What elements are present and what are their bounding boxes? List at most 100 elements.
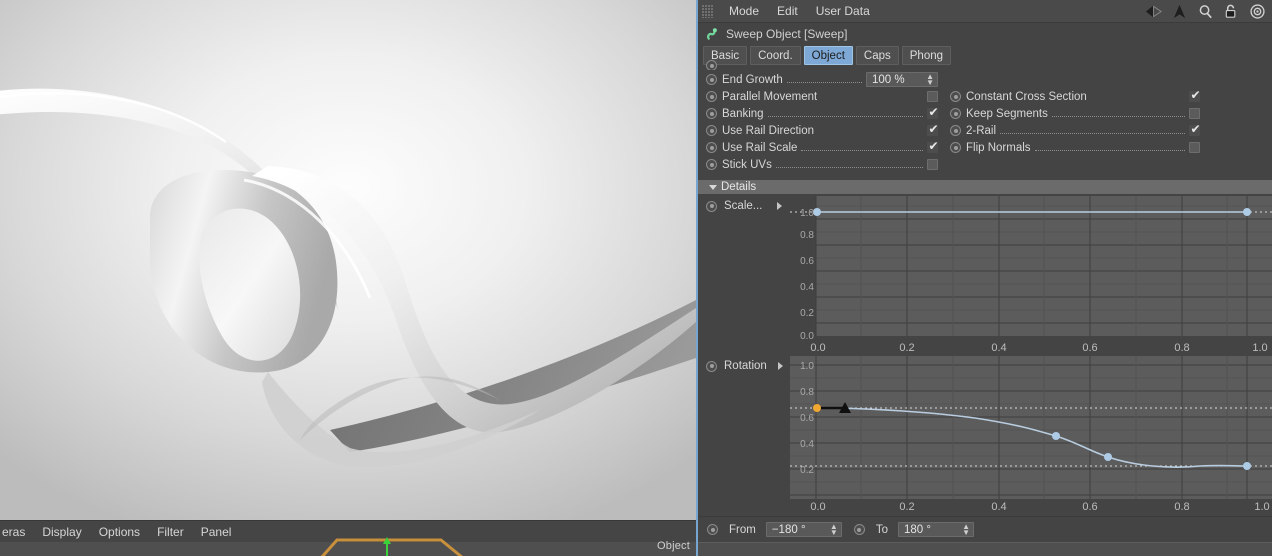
viewport-object-label: Object: [657, 540, 690, 552]
viewport-menu-options[interactable]: Options: [99, 525, 140, 539]
to-value: 180 °: [904, 523, 931, 536]
details-section-header[interactable]: Details: [698, 180, 1272, 194]
stick-uvs-radio[interactable]: [706, 159, 717, 170]
scale-graph-row: Scale... 1.0 0.8 0.6 0.4 0.2 0.0 0.0 0.2…: [698, 196, 1272, 356]
viewport-menu-cameras[interactable]: eras: [2, 525, 25, 539]
viewport-render[interactable]: [0, 0, 696, 520]
stepper-icon[interactable]: ▲ ▼: [962, 523, 970, 537]
use-rail-direction-radio[interactable]: [706, 125, 717, 136]
spline-outline: [320, 538, 463, 556]
row-use-rail-direction[interactable]: Use Rail Direction: [706, 122, 939, 139]
two-rail-radio[interactable]: [950, 125, 961, 136]
row-keep-segments[interactable]: Keep Segments: [950, 105, 1200, 122]
row-end-growth[interactable]: End Growth 100 % ▲ ▼: [706, 71, 938, 88]
back-arrow-icon[interactable]: [1145, 3, 1162, 20]
parallel-movement-checkbox[interactable]: [927, 91, 938, 102]
rotation-radio[interactable]: [706, 360, 717, 372]
dot-leader: [1034, 142, 1185, 151]
dot-leader: [801, 142, 923, 151]
end-growth-radio[interactable]: [706, 74, 717, 85]
search-icon[interactable]: [1197, 3, 1214, 20]
lock-icon[interactable]: [1223, 3, 1240, 20]
rotation-graph[interactable]: 1.0 0.8 0.6 0.4 0.2 0.0 0.2 0.4 0.6 0.8 …: [790, 356, 1272, 519]
end-growth-input[interactable]: 100 % ▲ ▼: [866, 72, 938, 87]
scale-x-ticklabels: 0.0 0.2 0.4 0.6 0.8 1.0: [810, 342, 1267, 354]
rotation-knot-3[interactable]: [1104, 453, 1112, 461]
menu-edit[interactable]: Edit: [768, 0, 807, 23]
chevron-down-icon[interactable]: [709, 184, 717, 190]
rotation-graph-svg[interactable]: 1.0 0.8 0.6 0.4 0.2 0.0 0.2 0.4 0.6 0.8 …: [790, 356, 1272, 514]
svg-text:1.0: 1.0: [1252, 342, 1267, 354]
svg-text:0.4: 0.4: [800, 439, 814, 450]
scale-row-label[interactable]: Scale...: [706, 200, 783, 212]
scale-knot-start[interactable]: [813, 208, 821, 216]
viewport-menu-filter[interactable]: Filter: [157, 525, 184, 539]
svg-text:0.2: 0.2: [800, 465, 814, 476]
svg-text:0.0: 0.0: [800, 331, 814, 342]
row-constant-cross-section[interactable]: Constant Cross Section: [950, 88, 1201, 105]
row-parallel-movement[interactable]: Parallel Movement: [706, 88, 938, 105]
banking-checkbox[interactable]: [927, 105, 939, 120]
to-radio[interactable]: [853, 524, 865, 535]
constant-cross-section-radio[interactable]: [950, 91, 961, 102]
end-growth-label: End Growth: [722, 73, 783, 86]
stepper-icon[interactable]: ▲ ▼: [830, 523, 838, 537]
chevron-right-icon[interactable]: [777, 202, 783, 210]
row-banking[interactable]: Banking: [706, 105, 939, 122]
rotation-knot-end[interactable]: [1243, 462, 1251, 470]
target-icon[interactable]: [1249, 3, 1266, 20]
from-radio[interactable]: [707, 524, 718, 535]
keep-segments-radio[interactable]: [950, 108, 961, 119]
rotation-knot-selected[interactable]: [813, 404, 821, 412]
scale-knot-end[interactable]: [1243, 208, 1251, 216]
two-rail-checkbox[interactable]: [1189, 122, 1201, 137]
menu-mode[interactable]: Mode: [720, 0, 768, 23]
keep-segments-checkbox[interactable]: [1189, 108, 1200, 119]
viewport-menu-panel[interactable]: Panel: [201, 525, 232, 539]
use-rail-scale-radio[interactable]: [706, 142, 717, 153]
banking-label: Banking: [722, 107, 764, 120]
stick-uvs-checkbox[interactable]: [927, 159, 938, 170]
flip-normals-radio[interactable]: [950, 142, 961, 153]
menu-user-data[interactable]: User Data: [807, 0, 879, 23]
svg-text:1.0: 1.0: [800, 208, 814, 219]
rotation-graph-row: Rotation 1.0 0.8 0.6 0.4 0.2 0.0 0.2 0.4…: [698, 356, 1272, 516]
constant-cross-section-checkbox[interactable]: [1189, 88, 1201, 103]
viewport[interactable]: eras Display Options Filter Panel Object: [0, 0, 696, 556]
banking-radio[interactable]: [706, 108, 717, 119]
scale-radio[interactable]: [706, 200, 717, 212]
sweep-object-icon: [707, 27, 717, 40]
use-rail-scale-checkbox[interactable]: [927, 139, 939, 154]
rotation-knot-2[interactable]: [1052, 432, 1060, 440]
svg-text:0.0: 0.0: [810, 501, 825, 513]
row-stick-uvs[interactable]: Stick UVs: [706, 156, 938, 173]
panel-menubar: Mode Edit User Data: [698, 0, 1272, 23]
svg-text:0.2: 0.2: [899, 501, 914, 513]
dot-leader: [786, 74, 862, 83]
attributes-panel: Mode Edit User Data Sweep Object [Sweep]…: [696, 0, 1272, 556]
scale-graph[interactable]: 1.0 0.8 0.6 0.4 0.2 0.0 0.0 0.2 0.4 0.6 …: [790, 196, 1272, 359]
chevron-right-icon[interactable]: [777, 362, 783, 370]
svg-text:0.8: 0.8: [800, 230, 814, 241]
use-rail-scale-label: Use Rail Scale: [722, 141, 798, 154]
rotation-row-label[interactable]: Rotation: [706, 360, 783, 372]
row-flip-normals[interactable]: Flip Normals: [950, 139, 1200, 156]
clipped-row-above: [706, 60, 966, 70]
from-input[interactable]: −180 ° ▲ ▼: [765, 522, 842, 537]
up-arrow-icon[interactable]: [1171, 3, 1188, 20]
stepper-icon[interactable]: ▲ ▼: [926, 73, 934, 87]
svg-text:0.2: 0.2: [800, 308, 814, 319]
scale-graph-svg[interactable]: 1.0 0.8 0.6 0.4 0.2 0.0 0.0 0.2 0.4 0.6 …: [790, 196, 1272, 354]
viewport-menu-display[interactable]: Display: [42, 525, 81, 539]
spline-gizmo[interactable]: [315, 536, 485, 556]
row-2-rail[interactable]: 2-Rail: [950, 122, 1201, 139]
use-rail-direction-checkbox[interactable]: [927, 122, 939, 137]
panel-bottom-strip: [698, 542, 1272, 556]
row-use-rail-scale[interactable]: Use Rail Scale: [706, 139, 939, 156]
svg-text:0.6: 0.6: [800, 413, 814, 424]
parallel-movement-radio[interactable]: [706, 91, 717, 102]
to-input[interactable]: 180 ° ▲ ▼: [898, 522, 974, 537]
drag-grip-icon[interactable]: [702, 4, 714, 18]
flip-normals-checkbox[interactable]: [1189, 142, 1200, 153]
